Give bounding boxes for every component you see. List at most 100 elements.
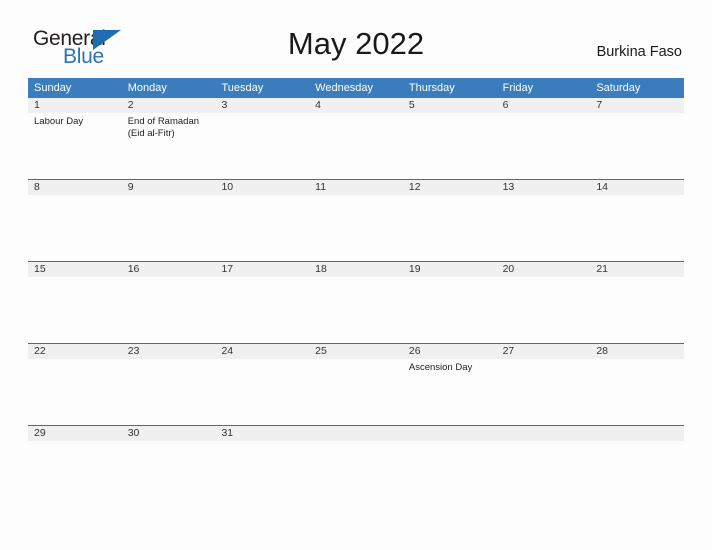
holiday-label: Ascension Day	[408, 362, 473, 373]
day-number-3[interactable]: 3	[215, 98, 309, 113]
day-number-empty	[403, 426, 497, 441]
day-number-20[interactable]: 20	[497, 262, 591, 277]
day-number-24[interactable]: 24	[215, 344, 309, 359]
day-event-row	[28, 277, 684, 343]
day-cell-6[interactable]	[497, 113, 591, 179]
weekday-header-monday: Monday	[127, 82, 167, 94]
day-cell-15[interactable]	[28, 277, 122, 343]
weekday-header-friday: Friday	[502, 82, 534, 94]
day-cell-16[interactable]	[122, 277, 216, 343]
day-number-31[interactable]: 31	[215, 426, 309, 441]
weekday-header-saturday: Saturday	[596, 82, 641, 94]
day-cell-10[interactable]	[215, 195, 309, 261]
page-header: General Blue May 2022 Burkina Faso	[0, 0, 712, 78]
country-label: Burkina Faso	[596, 44, 682, 60]
day-cell-31[interactable]	[215, 441, 309, 507]
calendar-week-row: 1 2 3 4 5 6 7 Labour Day End of Ramadan (Eid al-F…	[28, 98, 684, 179]
day-cell-30[interactable]	[122, 441, 216, 507]
day-cell-18[interactable]	[309, 277, 403, 343]
day-number-5[interactable]: 5	[403, 98, 497, 113]
day-number-27[interactable]: 27	[497, 344, 591, 359]
day-number-row: 1234567	[28, 98, 684, 113]
day-cell-24[interactable]	[215, 359, 309, 425]
day-number-25[interactable]: 25	[309, 344, 403, 359]
day-cell-5[interactable]	[403, 113, 497, 179]
day-number-10[interactable]: 10	[215, 180, 309, 195]
day-number-7[interactable]: 7	[590, 98, 684, 113]
day-event-row: Labour Day End of Ramadan (Eid al-Fitr)	[28, 113, 684, 179]
day-cell-26[interactable]: Ascension Day	[403, 359, 497, 425]
holiday-label: (Eid al-Fitr)	[127, 128, 175, 139]
day-cell-12[interactable]	[403, 195, 497, 261]
day-number-28[interactable]: 28	[590, 344, 684, 359]
day-number-22[interactable]: 22	[28, 344, 122, 359]
holiday-label: End of Ramadan	[127, 116, 200, 127]
calendar-weeks: 1 2 3 4 5 6 7 Labour Day End of Ramadan (Eid al-F…	[28, 98, 684, 507]
day-cell-19[interactable]	[403, 277, 497, 343]
day-cell-11[interactable]	[309, 195, 403, 261]
day-number-13[interactable]: 13	[497, 180, 591, 195]
day-number-1[interactable]: 1	[28, 98, 122, 113]
day-event-row	[28, 195, 684, 261]
day-cell-20[interactable]	[497, 277, 591, 343]
weekday-header-wednesday: Wednesday	[315, 82, 374, 94]
day-number-29[interactable]: 29	[28, 426, 122, 441]
calendar-week-row: 8 9 10 11 12 13 14	[28, 179, 684, 261]
day-cell-21[interactable]	[590, 277, 684, 343]
day-cell-25[interactable]	[309, 359, 403, 425]
day-cell-9[interactable]	[122, 195, 216, 261]
day-cell-22[interactable]	[28, 359, 122, 425]
day-number-4[interactable]: 4	[309, 98, 403, 113]
day-number-18[interactable]: 18	[309, 262, 403, 277]
day-cell-28[interactable]	[590, 359, 684, 425]
calendar-table: Sunday Monday Tuesday Wednesday Thursday Frid…	[28, 78, 684, 507]
day-cell-14[interactable]	[590, 195, 684, 261]
day-cell-17[interactable]	[215, 277, 309, 343]
day-number-2[interactable]: 2	[122, 98, 216, 113]
day-number-14[interactable]: 14	[590, 180, 684, 195]
day-event-row	[28, 441, 684, 507]
day-number-empty	[497, 426, 591, 441]
day-number-empty	[590, 426, 684, 441]
day-cell-8[interactable]	[28, 195, 122, 261]
day-number-row: 15 16 17 18 19 20 21	[28, 262, 684, 277]
calendar-weekday-header: Sunday Monday Tuesday Wednesday Thursday Frid…	[28, 78, 684, 98]
day-number-30[interactable]: 30	[122, 426, 216, 441]
calendar-week-row: 22 23 24 25 26 27 28 Ascension Day	[28, 343, 684, 425]
day-number-19[interactable]: 19	[403, 262, 497, 277]
day-number-15[interactable]: 15	[28, 262, 122, 277]
day-number-12[interactable]: 12	[403, 180, 497, 195]
day-cell-empty	[403, 441, 497, 507]
day-number-row: 22 23 24 25 26 27 28	[28, 344, 684, 359]
day-number-17[interactable]: 17	[215, 262, 309, 277]
day-number-8[interactable]: 8	[28, 180, 122, 195]
day-cell-3[interactable]	[215, 113, 309, 179]
day-number-26[interactable]: 26	[403, 344, 497, 359]
day-number-row: 8 9 10 11 12 13 14	[28, 180, 684, 195]
weekday-header-sunday: Sunday	[34, 82, 72, 94]
day-number-9[interactable]: 9	[122, 180, 216, 195]
day-cell-29[interactable]	[28, 441, 122, 507]
day-number-6[interactable]: 6	[497, 98, 591, 113]
weekday-header-thursday: Thursday	[408, 82, 455, 94]
day-number-empty	[309, 426, 403, 441]
day-number-row: 29 30 31	[28, 426, 684, 441]
day-number-21[interactable]: 21	[590, 262, 684, 277]
day-number-11[interactable]: 11	[309, 180, 403, 195]
calendar-week-row: 15 16 17 18 19 20 21	[28, 261, 684, 343]
day-number-16[interactable]: 16	[122, 262, 216, 277]
day-cell-empty	[590, 441, 684, 507]
day-cell-13[interactable]	[497, 195, 591, 261]
day-cell-empty	[309, 441, 403, 507]
day-cell-7[interactable]	[590, 113, 684, 179]
day-cell-2[interactable]: End of Ramadan (Eid al-Fitr)	[122, 113, 216, 179]
day-cell-empty	[497, 441, 591, 507]
holiday-label: Labour Day	[34, 116, 84, 127]
day-cell-23[interactable]	[122, 359, 216, 425]
weekday-header-tuesday: Tuesday	[221, 82, 264, 94]
day-cell-4[interactable]	[309, 113, 403, 179]
day-cell-27[interactable]	[497, 359, 591, 425]
day-number-23[interactable]: 23	[122, 344, 216, 359]
day-event-row: Ascension Day	[28, 359, 684, 425]
day-cell-1[interactable]: Labour Day	[28, 113, 122, 179]
